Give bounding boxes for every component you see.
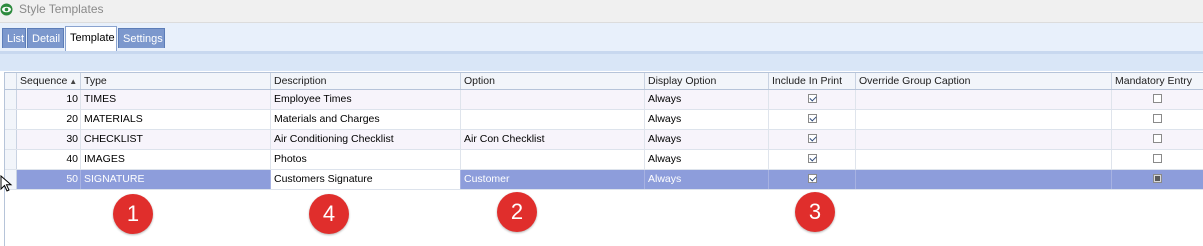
cell-include-in-print	[769, 170, 856, 189]
table-row[interactable]: 10 TIMES Employee Times Always	[5, 90, 1203, 110]
grid-header: Sequence ▲ Type Description Option Displa…	[5, 73, 1203, 90]
toolbar-band	[0, 54, 1203, 71]
tab-template[interactable]: Template	[65, 26, 117, 51]
checkbox[interactable]	[808, 114, 817, 123]
cell-sequence[interactable]: 10	[17, 90, 81, 109]
row-selector-header	[5, 73, 17, 89]
cell-mandatory-entry	[1112, 90, 1203, 109]
annotation-badge-3: 3	[795, 192, 835, 232]
checkbox[interactable]	[808, 94, 817, 103]
cell-description[interactable]: Customers Signature	[271, 170, 461, 189]
checkbox[interactable]	[1153, 134, 1162, 143]
cell-mandatory-entry	[1112, 110, 1203, 129]
cell-option[interactable]	[461, 90, 645, 109]
cell-override-group-caption[interactable]	[856, 130, 1112, 149]
row-selector[interactable]	[5, 110, 17, 129]
title-bar: Style Templates	[0, 0, 1203, 23]
cell-description[interactable]: Photos	[271, 150, 461, 169]
tab-settings[interactable]: Settings	[118, 28, 165, 48]
annotation-badge-2: 2	[497, 192, 537, 232]
sort-ascending-icon[interactable]: ▲	[69, 77, 77, 86]
cell-display-option[interactable]: Always	[645, 90, 769, 109]
table-row[interactable]: 20 MATERIALS Materials and Charges Always	[5, 110, 1203, 130]
cell-description[interactable]: Employee Times	[271, 90, 461, 109]
cell-override-group-caption[interactable]	[856, 110, 1112, 129]
cell-override-group-caption[interactable]	[856, 90, 1112, 109]
checkbox[interactable]	[1153, 114, 1162, 123]
tab-strip: List Detail Template Settings	[0, 23, 1203, 53]
checkbox[interactable]	[1153, 94, 1162, 103]
row-selector[interactable]	[5, 130, 17, 149]
cell-display-option[interactable]: Always	[645, 170, 769, 189]
checkbox[interactable]	[1153, 174, 1162, 183]
cell-include-in-print	[769, 110, 856, 129]
cell-sequence[interactable]: 20	[17, 110, 81, 129]
cell-sequence[interactable]: 40	[17, 150, 81, 169]
template-grid: Sequence ▲ Type Description Option Displa…	[4, 72, 1203, 246]
tab-list[interactable]: List	[2, 28, 26, 48]
mouse-pointer-icon	[0, 175, 13, 192]
cell-override-group-caption[interactable]	[856, 170, 1112, 189]
table-row[interactable]: 30 CHECKLIST Air Conditioning Checklist Air…	[5, 130, 1203, 150]
cell-include-in-print	[769, 130, 856, 149]
cell-option[interactable]	[461, 150, 645, 169]
annotation-badge-4: 4	[309, 194, 349, 234]
column-header-sequence[interactable]: Sequence ▲	[17, 73, 81, 89]
cell-display-option[interactable]: Always	[645, 110, 769, 129]
cell-type[interactable]: SIGNATURE	[81, 170, 271, 189]
column-header-override-group-caption[interactable]: Override Group Caption	[856, 73, 1112, 89]
cell-include-in-print	[769, 150, 856, 169]
cell-description[interactable]: Materials and Charges	[271, 110, 461, 129]
table-row[interactable]: 40 IMAGES Photos Always	[5, 150, 1203, 170]
cell-option[interactable]: Customer	[461, 170, 645, 189]
cell-mandatory-entry	[1112, 130, 1203, 149]
cell-mandatory-entry	[1112, 150, 1203, 169]
row-selector[interactable]	[5, 150, 17, 169]
column-header-display-option[interactable]: Display Option	[645, 73, 769, 89]
column-header-mandatory-entry[interactable]: Mandatory Entry	[1112, 73, 1203, 89]
annotation-badge-1: 1	[113, 194, 153, 234]
checkbox[interactable]	[808, 154, 817, 163]
cell-include-in-print	[769, 90, 856, 109]
row-selector[interactable]	[5, 90, 17, 109]
column-header-type[interactable]: Type	[81, 73, 271, 89]
cell-type[interactable]: IMAGES	[81, 150, 271, 169]
checkbox[interactable]	[808, 134, 817, 143]
cell-sequence[interactable]: 30	[17, 130, 81, 149]
cell-description[interactable]: Air Conditioning Checklist	[271, 130, 461, 149]
app-eye-icon	[0, 3, 13, 16]
tab-detail[interactable]: Detail	[27, 28, 64, 48]
cell-option[interactable]	[461, 110, 645, 129]
cell-sequence[interactable]: 50	[17, 170, 81, 189]
cell-display-option[interactable]: Always	[645, 150, 769, 169]
cell-type[interactable]: CHECKLIST	[81, 130, 271, 149]
cell-display-option[interactable]: Always	[645, 130, 769, 149]
column-header-include-in-print[interactable]: Include In Print	[769, 73, 856, 89]
table-row[interactable]: 50 SIGNATURE Customers Signature Customer Al…	[5, 170, 1203, 190]
cell-type[interactable]: TIMES	[81, 90, 271, 109]
column-header-description[interactable]: Description	[271, 73, 461, 89]
cell-mandatory-entry	[1112, 170, 1203, 189]
column-header-option[interactable]: Option	[461, 73, 645, 89]
checkbox[interactable]	[808, 174, 817, 183]
cell-option[interactable]: Air Con Checklist	[461, 130, 645, 149]
column-header-label: Sequence	[20, 75, 68, 87]
cell-type[interactable]: MATERIALS	[81, 110, 271, 129]
checkbox[interactable]	[1153, 154, 1162, 163]
window-title: Style Templates	[19, 2, 104, 16]
cell-override-group-caption[interactable]	[856, 150, 1112, 169]
